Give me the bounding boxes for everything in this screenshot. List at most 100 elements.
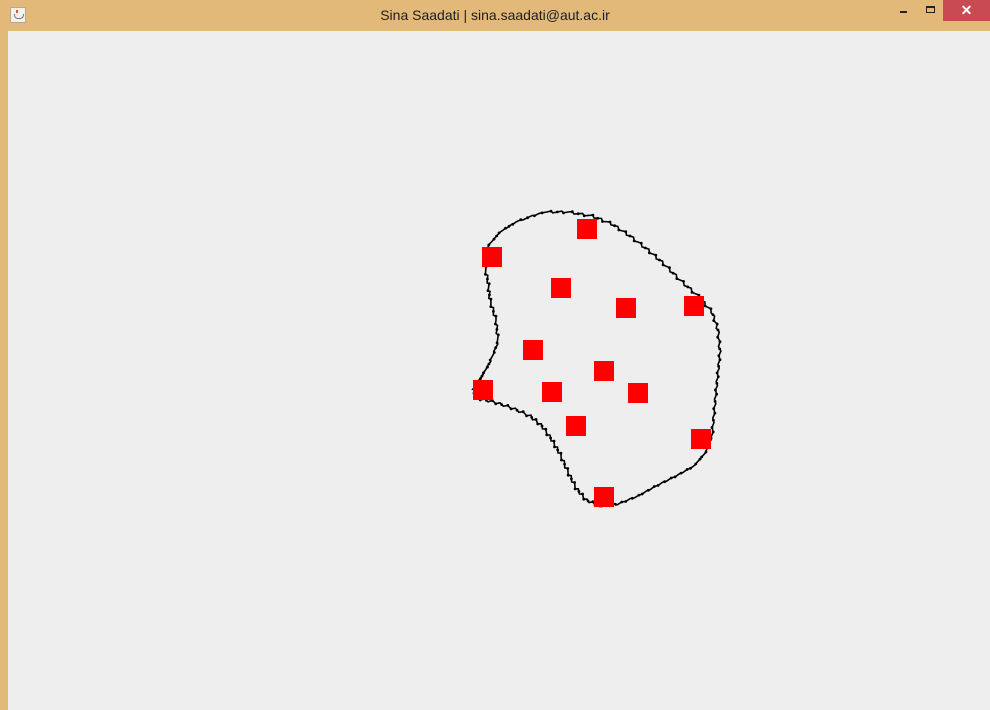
point-marker[interactable] <box>542 382 562 402</box>
hull-vertex <box>540 211 544 215</box>
point-marker[interactable] <box>482 247 502 267</box>
hull-vertex <box>488 293 491 297</box>
hull-vertex <box>637 493 641 497</box>
hull-vertex <box>540 424 544 428</box>
hull-vertex <box>690 290 694 294</box>
hull-vertex <box>661 263 665 267</box>
point-marker[interactable] <box>577 219 597 239</box>
hull-vertex <box>591 213 595 217</box>
point-marker[interactable] <box>566 416 586 436</box>
hull-vertex <box>500 403 504 406</box>
title-bar[interactable]: Sina Saadati | sina.saadati@aut.ac.ir ✕ <box>0 0 990 30</box>
hull-vertex <box>711 430 715 434</box>
hull-vertex <box>507 224 511 228</box>
hull-vertex <box>573 487 577 491</box>
hull-vertex <box>495 341 499 345</box>
hull-vertex <box>639 241 643 245</box>
point-marker[interactable] <box>628 383 648 403</box>
hull-vertex <box>591 500 595 504</box>
hull-vertex <box>556 448 560 452</box>
hull-vertex <box>663 480 666 484</box>
close-button[interactable]: ✕ <box>943 0 990 21</box>
point-marker[interactable] <box>594 361 614 381</box>
hull-vertex <box>511 222 515 226</box>
hull-vertex <box>573 481 576 484</box>
hull-vertex <box>582 214 586 218</box>
point-marker[interactable] <box>684 296 704 316</box>
hull-vertex <box>715 382 719 385</box>
hull-vertex <box>570 210 574 214</box>
hull-vertex <box>487 243 491 247</box>
hull-vertex <box>560 458 563 462</box>
hull-vertex <box>644 246 647 250</box>
hull-vertex <box>563 462 566 466</box>
point-marker[interactable] <box>551 278 571 298</box>
hull-vertex <box>494 346 498 350</box>
hull-vertex <box>484 272 487 276</box>
hull-vertex <box>521 410 525 414</box>
hull-vertex <box>656 484 660 487</box>
hull-vertex <box>581 492 584 496</box>
point-marker[interactable] <box>594 487 614 507</box>
hull-vertex <box>509 407 513 411</box>
hull-vertex <box>704 450 708 454</box>
point-marker[interactable] <box>691 429 711 449</box>
hull-vertex <box>703 304 707 308</box>
hull-vertex <box>526 216 529 220</box>
hull-vertex <box>486 365 489 369</box>
hull-vertex <box>489 305 493 308</box>
hull-vertex <box>489 297 493 301</box>
hull-vertex <box>494 402 498 406</box>
hull-vertex <box>492 237 496 241</box>
hull-vertex <box>682 280 685 283</box>
hull-vertex <box>714 388 717 392</box>
hull-vertex <box>624 230 628 234</box>
hull-vertex <box>486 277 489 281</box>
drawing-canvas[interactable] <box>8 31 990 710</box>
hull-vertex <box>617 228 621 232</box>
hull-vertex <box>620 500 624 504</box>
hull-vertex <box>495 234 498 238</box>
hull-vertex <box>668 266 671 270</box>
hull-vertex <box>533 214 536 218</box>
hull-vertex <box>496 333 500 337</box>
hull-vertex <box>716 328 720 332</box>
hull-vertex <box>494 322 497 326</box>
hull-vertex <box>654 253 658 257</box>
hull-vertex <box>630 496 634 500</box>
hull-vertex <box>718 340 722 344</box>
maximize-button[interactable] <box>920 0 942 22</box>
hull-vertex <box>675 277 679 280</box>
hull-vertex <box>614 502 617 506</box>
hull-vertex <box>566 473 570 477</box>
hull-vertex <box>716 335 720 339</box>
hull-vertex <box>689 466 692 470</box>
hull-vertex <box>530 416 534 419</box>
hull-vertex <box>566 467 570 470</box>
hull-vertex <box>715 392 718 396</box>
hull-vertex <box>715 322 719 326</box>
hull-vertex <box>555 210 559 214</box>
hull-vertex <box>534 418 538 421</box>
hull-vertex <box>709 307 713 311</box>
hull-vertex <box>482 371 485 375</box>
hull-vertex <box>487 362 491 366</box>
hull-vertex <box>717 364 720 368</box>
point-marker[interactable] <box>523 340 543 360</box>
hull-vertex <box>713 411 717 415</box>
point-marker[interactable] <box>616 298 636 318</box>
hull-vertex <box>495 328 499 331</box>
hull-vertex <box>648 251 651 255</box>
hull-vertex <box>553 445 556 449</box>
hull-outline <box>471 210 722 508</box>
hull-vertex <box>613 224 616 228</box>
hull-vertex <box>536 422 540 426</box>
hull-vertex <box>486 289 490 292</box>
hull-vertex <box>718 347 722 351</box>
hull-vertex <box>545 433 549 437</box>
minimize-button[interactable] <box>893 0 915 22</box>
hull-vertex <box>646 488 650 492</box>
hull-vertex <box>525 414 528 418</box>
hull-vertex <box>712 407 716 410</box>
point-marker[interactable] <box>473 380 493 400</box>
